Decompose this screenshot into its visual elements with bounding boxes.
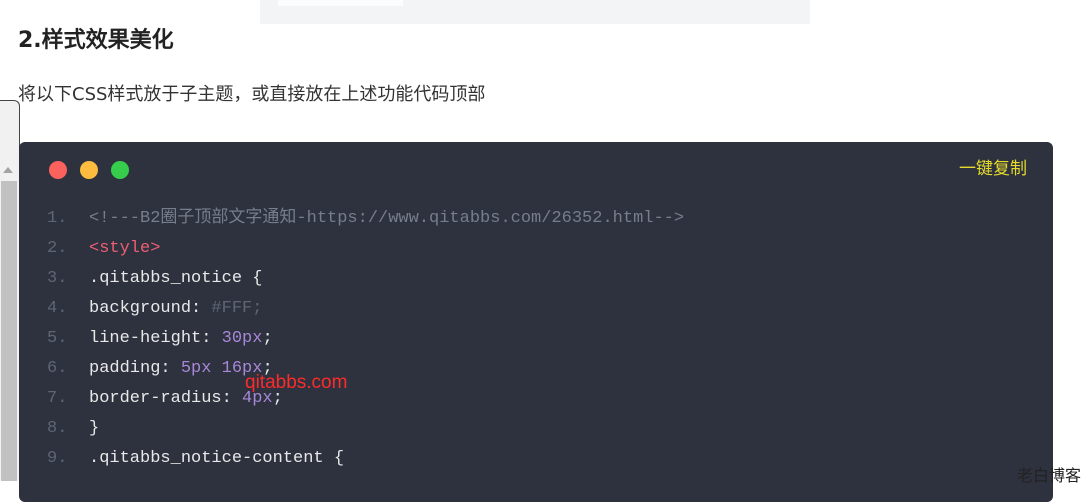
- intro-text: 将以下CSS样式放于子主题，或直接放在上述功能代码顶部: [18, 84, 486, 105]
- scrollbar[interactable]: [0, 100, 20, 481]
- line-number: 8.: [47, 419, 68, 438]
- line-number: 6.: [47, 359, 68, 378]
- code-token: #FFF;: [211, 299, 263, 318]
- watermark: qitabbs.com: [245, 372, 348, 393]
- line-number: 1.: [47, 209, 68, 228]
- code-line: 3. .qitabbs_notice {: [19, 264, 1053, 294]
- site-label: 老白博客: [1017, 466, 1082, 485]
- code-line: 5. line-height: 30px;: [19, 324, 1053, 354]
- code-token: .qitabbs_notice-content {: [89, 449, 345, 468]
- code-token: .qitabbs_notice {: [89, 269, 263, 288]
- top-image-inner: [278, 0, 403, 6]
- code-line: 9. .qitabbs_notice-content {: [19, 444, 1053, 474]
- section-heading: 2.样式效果美化: [18, 28, 174, 53]
- code-text: line-height: 30px;: [89, 324, 273, 354]
- code-text: <style>: [89, 234, 160, 264]
- code-token: }: [89, 419, 100, 438]
- code-line: 4. background: #FFF;: [19, 294, 1053, 324]
- code-token: <!---B2圈子顶部文字通知-https://www.qitabbs.com/…: [89, 209, 685, 228]
- line-number: 9.: [47, 449, 68, 468]
- code-text: <!---B2圈子顶部文字通知-https://www.qitabbs.com/…: [89, 204, 684, 234]
- code-text: }: [89, 414, 99, 444]
- code-line: 8.}: [19, 414, 1053, 444]
- code-token: line-height:: [89, 329, 222, 348]
- code-token: <style>: [89, 239, 161, 258]
- scroll-up-arrow-icon[interactable]: [3, 167, 13, 173]
- minimize-dot-icon: [80, 161, 98, 179]
- code-text: background: #FFF;: [89, 294, 262, 324]
- line-number: 4.: [47, 299, 68, 318]
- code-line: 2. <style>: [19, 234, 1053, 264]
- code-lines: 1. <!---B2圈子顶部文字通知-https://www.qitabbs.co…: [19, 204, 1053, 474]
- code-token: 30px: [221, 329, 263, 348]
- top-image-fragment: [260, 0, 810, 24]
- code-token: ;: [262, 329, 273, 348]
- line-number: 7.: [47, 389, 68, 408]
- close-dot-icon: [49, 161, 67, 179]
- code-line: 6. padding: 5px 16px;: [19, 354, 1053, 384]
- code-line: 1. <!---B2圈子顶部文字通知-https://www.qitabbs.co…: [19, 204, 1053, 234]
- scrollbar-thumb[interactable]: [1, 181, 17, 481]
- maximize-dot-icon: [111, 161, 129, 179]
- line-number: 2.: [47, 239, 68, 258]
- code-block: 一键复制 1. <!---B2圈子顶部文字通知-https://www.qitab…: [19, 142, 1053, 502]
- line-number: 3.: [47, 269, 68, 288]
- code-token: background:: [89, 299, 212, 318]
- code-token: padding:: [89, 359, 181, 378]
- line-number: 5.: [47, 329, 68, 348]
- code-text: .qitabbs_notice-content {: [89, 444, 344, 474]
- code-token: border-radius:: [89, 389, 243, 408]
- code-line: 7. border-radius: 4px;: [19, 384, 1053, 414]
- code-text: .qitabbs_notice {: [89, 264, 262, 294]
- copy-button[interactable]: 一键复制: [959, 154, 1027, 179]
